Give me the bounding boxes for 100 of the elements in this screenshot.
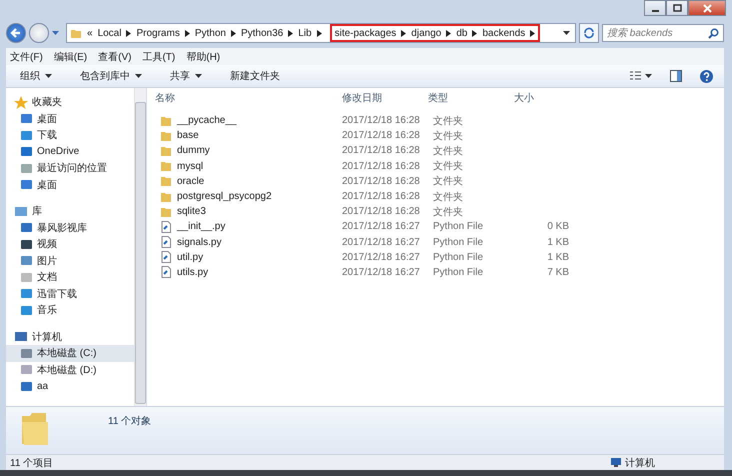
nav-item[interactable]: 下载 bbox=[6, 127, 134, 144]
breadcrumb-item[interactable]: db bbox=[456, 28, 468, 38]
item-summary: 11 个对象 bbox=[108, 414, 152, 428]
nav-item[interactable]: 音乐 bbox=[6, 302, 134, 318]
breadcrumb-arrow-icon[interactable] bbox=[230, 30, 236, 36]
breadcrumb-arrow-icon[interactable] bbox=[530, 30, 536, 36]
nav-item[interactable]: 文档 bbox=[6, 269, 134, 286]
nav-item[interactable]: aa bbox=[6, 378, 134, 394]
file-type: 文件夹 bbox=[433, 174, 464, 188]
file-name[interactable]: __pycache__ bbox=[177, 115, 236, 126]
menu-item[interactable]: 查看(V) bbox=[98, 50, 132, 64]
file-name[interactable]: sqlite3 bbox=[177, 206, 206, 218]
location-icon bbox=[20, 346, 33, 360]
nav-group-header[interactable]: 计算机 bbox=[6, 328, 134, 345]
breadcrumb-item[interactable]: django bbox=[411, 28, 442, 38]
breadcrumb-arrow-icon[interactable] bbox=[184, 30, 190, 36]
toolbar-button[interactable]: 共享 bbox=[162, 69, 210, 83]
menu-item[interactable]: 编辑(E) bbox=[54, 50, 88, 64]
nav-group-header[interactable]: 收藏夹 bbox=[6, 94, 134, 110]
breadcrumb-arrow-icon[interactable] bbox=[472, 30, 478, 36]
breadcrumb-item[interactable]: site-packages bbox=[334, 28, 396, 38]
help-icon bbox=[700, 70, 713, 82]
file-name[interactable]: utils.py bbox=[177, 266, 208, 278]
file-name[interactable]: dummy bbox=[177, 145, 210, 156]
refresh-button[interactable] bbox=[579, 23, 599, 43]
nav-item[interactable]: 图片 bbox=[6, 252, 134, 269]
folder-icon bbox=[160, 206, 172, 218]
group-icon bbox=[14, 330, 28, 344]
breadcrumb-item[interactable]: Programs bbox=[136, 28, 180, 38]
breadcrumb-item[interactable]: Python36 bbox=[240, 28, 284, 38]
nav-group-header[interactable]: 库 bbox=[6, 203, 134, 220]
location-icon bbox=[20, 304, 33, 317]
breadcrumb-arrow-icon[interactable] bbox=[401, 30, 406, 36]
nav-item[interactable]: 视频 bbox=[6, 236, 134, 252]
file-name[interactable]: postgresql_psycopg2 bbox=[177, 191, 272, 202]
breadcrumb-arrow-icon[interactable] bbox=[288, 30, 294, 36]
column-header[interactable]: 修改日期 bbox=[342, 91, 428, 105]
address-dropdown-icon[interactable] bbox=[563, 30, 570, 36]
menu-item[interactable]: 帮助(H) bbox=[186, 50, 220, 64]
address-bar[interactable]: « Local Programs Python Python36 Lib site-packages django db backends bbox=[66, 23, 576, 43]
nav-item[interactable]: 暴风影视库 bbox=[6, 220, 134, 236]
back-button[interactable] bbox=[6, 23, 26, 43]
menu-item[interactable]: 文件(F) bbox=[10, 50, 43, 64]
history-dropdown-icon[interactable] bbox=[52, 30, 59, 36]
toolbar-button[interactable]: 组织 bbox=[12, 69, 60, 83]
file-name[interactable]: util.py bbox=[177, 252, 204, 263]
modified-date: 2017/12/18 16:28 bbox=[342, 176, 421, 187]
breadcrumb-item[interactable]: backends bbox=[482, 28, 526, 38]
minimize-button[interactable] bbox=[644, 0, 666, 16]
file-name[interactable]: mysql bbox=[177, 160, 204, 172]
forward-button[interactable] bbox=[29, 23, 49, 43]
menu-item[interactable]: 工具(T) bbox=[142, 50, 176, 64]
nav-item[interactable]: 本地磁盘 (C:) bbox=[6, 345, 134, 362]
file-type: Python File bbox=[433, 266, 484, 278]
nav-item[interactable]: OneDrive bbox=[6, 144, 134, 160]
modified-date: 2017/12/18 16:28 bbox=[342, 115, 421, 126]
nav-item[interactable]: 桌面 bbox=[6, 176, 134, 193]
location-icon bbox=[20, 363, 33, 376]
location-icon bbox=[20, 270, 33, 284]
file-name[interactable]: oracle bbox=[177, 176, 204, 187]
breadcrumb-arrow-icon[interactable] bbox=[126, 30, 132, 36]
breadcrumb-item[interactable]: Local bbox=[98, 28, 122, 38]
search-icon[interactable] bbox=[708, 28, 719, 39]
column-header[interactable]: 名称 bbox=[155, 91, 342, 105]
modified-date: 2017/12/18 16:27 bbox=[342, 266, 421, 278]
breadcrumb-item[interactable]: Python bbox=[194, 28, 226, 38]
file-size: 0 KB bbox=[546, 221, 569, 232]
modified-date: 2017/12/18 16:28 bbox=[342, 130, 421, 142]
nav-item[interactable]: 桌面 bbox=[6, 110, 134, 127]
maximize-button[interactable] bbox=[666, 0, 688, 16]
breadcrumb-arrow-icon[interactable] bbox=[446, 30, 452, 36]
toolbar-button[interactable]: 新建文件夹 bbox=[222, 69, 288, 83]
nav-item[interactable]: 迅雷下载 bbox=[6, 286, 134, 302]
group-icon bbox=[14, 96, 28, 109]
folder-icon bbox=[160, 144, 172, 157]
location-icon bbox=[20, 128, 33, 142]
column-header[interactable]: 类型 bbox=[428, 91, 514, 105]
search-field[interactable]: 搜索 backends bbox=[602, 24, 724, 42]
file-type: Python File bbox=[433, 252, 484, 263]
breadcrumb-item[interactable]: Lib bbox=[298, 28, 312, 38]
file-name[interactable]: base bbox=[177, 130, 199, 142]
breadcrumb-arrow-icon[interactable] bbox=[316, 30, 322, 36]
file-type: 文件夹 bbox=[433, 160, 464, 174]
column-header[interactable]: 大小 bbox=[514, 91, 564, 105]
file-type: 文件夹 bbox=[433, 130, 464, 143]
close-button[interactable] bbox=[688, 0, 726, 16]
folder-icon bbox=[70, 27, 82, 39]
overflow-chevron[interactable]: « bbox=[87, 28, 93, 38]
file-name[interactable]: __init__.py bbox=[177, 221, 226, 232]
nav-item[interactable]: 最近访问的位置 bbox=[6, 160, 134, 176]
file-size: 7 KB bbox=[546, 266, 569, 278]
scrollbar[interactable] bbox=[134, 88, 146, 406]
folder-icon bbox=[160, 190, 172, 203]
toolbar-button[interactable]: 包含到库中 bbox=[72, 69, 150, 83]
file-name[interactable]: signals.py bbox=[177, 236, 222, 248]
file-type: 文件夹 bbox=[433, 114, 464, 128]
modified-date: 2017/12/18 16:28 bbox=[342, 206, 421, 218]
file-type: Python File bbox=[433, 236, 484, 248]
nav-item[interactable]: 本地磁盘 (D:) bbox=[6, 362, 134, 378]
location-icon bbox=[20, 221, 33, 234]
